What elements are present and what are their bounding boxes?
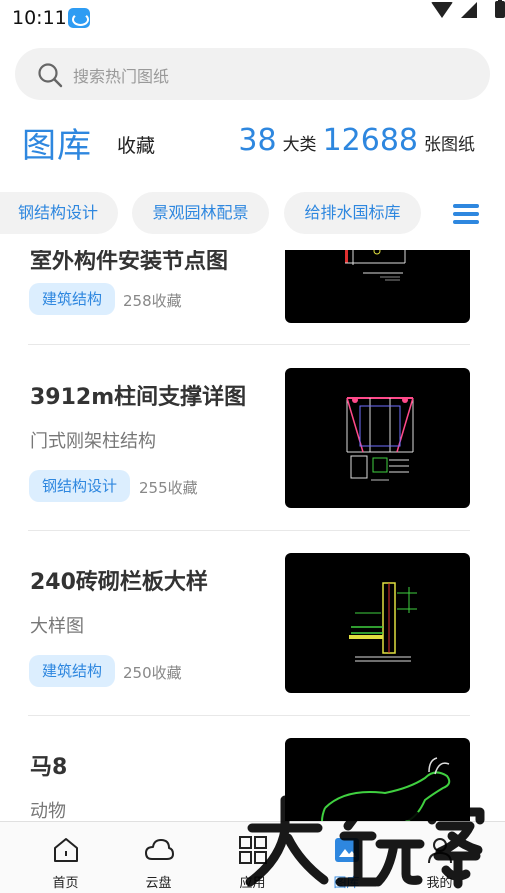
gallery-icon — [335, 838, 359, 862]
drawing-thumbnail — [285, 250, 470, 323]
search-placeholder: 搜索热门图纸 — [73, 67, 170, 86]
favorite-count: 250收藏 — [123, 664, 182, 682]
favorite-count: 258收藏 — [123, 292, 182, 310]
list-item[interactable]: 室外构件安装节点图 建筑结构 258收藏 — [0, 250, 505, 323]
bottom-nav: 首页 云盘 应用 图库 我的 — [0, 821, 505, 893]
drawing-title: 室外构件安装节点图 — [30, 250, 229, 274]
signal-icon — [461, 2, 477, 18]
nav-gallery[interactable]: 图库 — [296, 822, 397, 893]
drawing-subtitle: 门式刚架柱结构 — [30, 431, 156, 452]
drawing-title: 240砖砌栏板大样 — [30, 570, 208, 595]
status-bar: 10:11 — [0, 0, 505, 36]
nav-profile[interactable]: 我的 — [389, 822, 490, 893]
cloud-icon — [145, 839, 174, 860]
nav-label: 应用 — [239, 876, 266, 891]
home-icon — [54, 838, 78, 862]
category-chip[interactable]: 景观园林配景 — [132, 192, 269, 234]
category-unit: 大类 — [282, 135, 317, 155]
favorite-count: 255收藏 — [139, 479, 198, 497]
divider — [28, 344, 470, 345]
nav-home[interactable]: 首页 — [15, 822, 116, 893]
nav-cloud[interactable]: 云盘 — [108, 822, 209, 893]
drawing-subtitle: 大样图 — [30, 616, 84, 637]
category-count: 38 — [238, 123, 277, 158]
nav-label: 图库 — [333, 876, 360, 891]
page-title[interactable]: 图库 — [22, 118, 92, 167]
category-chip[interactable]: 给排水国标库 — [284, 192, 421, 234]
drawing-thumbnail — [285, 553, 470, 693]
app-notification-icon — [68, 8, 90, 28]
drawing-title: 3912m柱间支撑详图 — [30, 385, 247, 410]
gallery-stats: 38 大类 12688 张图纸 — [238, 123, 481, 163]
profile-icon — [428, 838, 452, 864]
drawing-count: 12688 — [322, 123, 418, 158]
gallery-header: 图库 收藏 38 大类 12688 张图纸 — [0, 114, 505, 178]
search-input[interactable]: 搜索热门图纸 — [15, 48, 490, 100]
list-item[interactable]: 马8 动物 — [0, 716, 505, 821]
nav-label: 首页 — [52, 876, 79, 891]
menu-icon[interactable] — [453, 204, 479, 224]
nav-apps[interactable]: 应用 — [202, 822, 303, 893]
category-bar: 钢结构设计 景观园林配景 给排水国标库 — [0, 178, 505, 250]
category-chip[interactable]: 钢结构设计 — [0, 192, 118, 234]
search-icon — [38, 63, 63, 88]
list-item[interactable]: 3912m柱间支撑详图 门式刚架柱结构 钢结构设计 255收藏 — [0, 346, 505, 531]
drawing-tag[interactable]: 钢结构设计 — [29, 470, 131, 502]
favorites-tab[interactable]: 收藏 — [117, 131, 155, 158]
wifi-icon — [431, 2, 453, 18]
drawing-tag[interactable]: 建筑结构 — [29, 655, 116, 687]
drawing-thumbnail — [285, 738, 470, 821]
drawing-list[interactable]: 室外构件安装节点图 建筑结构 258收藏 3912m柱间支撑详图 门式刚架柱结构… — [0, 250, 505, 821]
battery-icon — [495, 0, 505, 18]
nav-label: 我的 — [426, 876, 453, 891]
drawing-unit: 张图纸 — [424, 135, 475, 155]
drawing-title: 马8 — [30, 755, 68, 780]
search-row: 搜索热门图纸 — [0, 36, 505, 114]
nav-label: 云盘 — [145, 876, 172, 891]
grid-icon — [239, 836, 267, 864]
status-time: 10:11 — [12, 7, 67, 29]
drawing-subtitle: 动物 — [30, 801, 66, 821]
list-item[interactable]: 240砖砌栏板大样 大样图 建筑结构 250收藏 — [0, 531, 505, 716]
drawing-thumbnail — [285, 368, 470, 508]
drawing-tag[interactable]: 建筑结构 — [29, 283, 116, 315]
